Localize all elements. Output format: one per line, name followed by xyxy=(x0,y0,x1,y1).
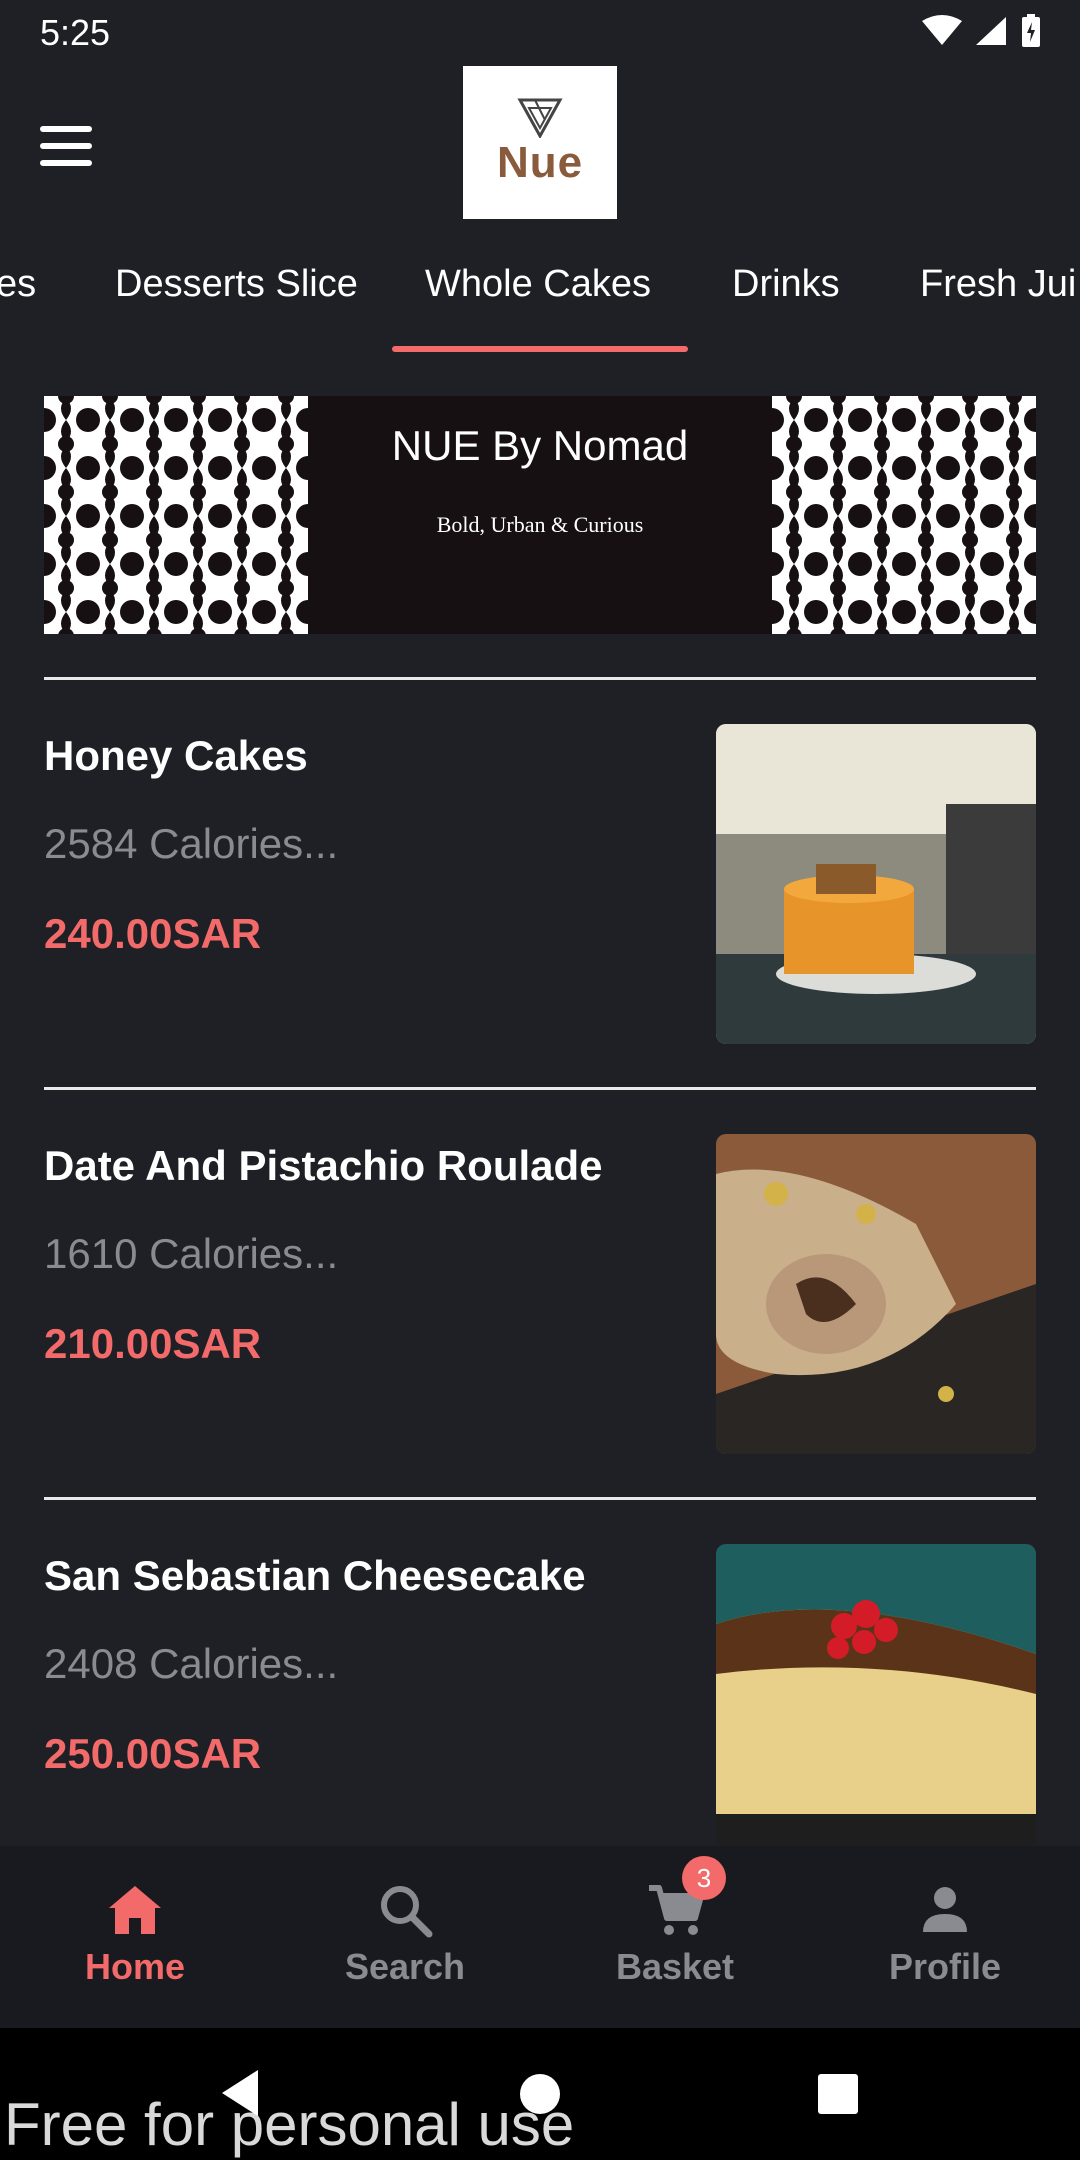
menu-list[interactable]: NUE By Nomad Bold, Urban & Curious Honey… xyxy=(0,352,1080,1846)
menu-icon[interactable] xyxy=(40,126,92,166)
basket-badge: 3 xyxy=(682,1856,726,1900)
menu-item-date-pistachio-roulade[interactable]: Date And Pistachio Roulade 1610 Calories… xyxy=(0,1134,1080,1454)
status-icons xyxy=(922,14,1042,48)
item-calories: 2408 Calories... xyxy=(44,1640,339,1687)
wifi-icon xyxy=(922,15,962,45)
item-name: San Sebastian Cheesecake xyxy=(44,1552,586,1599)
home-icon xyxy=(109,1886,161,1934)
signal-icon xyxy=(976,17,1006,45)
tab-desserts-slice[interactable]: Desserts Slice xyxy=(115,248,358,352)
tab-partial-left[interactable]: es xyxy=(0,248,36,352)
watermark: Free for personal use xyxy=(4,2091,575,2158)
cheesecake-image xyxy=(716,1544,1036,1846)
nav-profile-label: Profile xyxy=(888,1946,1002,1987)
item-name: Honey Cakes xyxy=(44,732,308,779)
item-calories: 1610 Calories... xyxy=(44,1230,339,1277)
bottom-nav: Home Search 3 Basket Profile xyxy=(0,1846,1080,2028)
nav-profile[interactable]: Profile xyxy=(810,1846,1080,2028)
status-bar: 5:25 xyxy=(0,0,1080,66)
nav-home-label: Home xyxy=(84,1946,186,1987)
item-price: 210.00SAR xyxy=(44,1320,262,1367)
category-tabs: es Desserts Slice Whole Cakes Drinks Fre… xyxy=(0,248,1080,352)
nav-basket[interactable]: 3 Basket xyxy=(540,1846,810,2028)
divider xyxy=(44,1497,1036,1500)
tab-whole-cakes[interactable]: Whole Cakes xyxy=(425,248,651,352)
battery-icon xyxy=(1022,14,1040,47)
profile-icon xyxy=(923,1887,967,1932)
status-time: 5:25 xyxy=(40,12,111,53)
banner-title: NUE By Nomad xyxy=(391,422,689,469)
item-price: 240.00SAR xyxy=(44,910,262,957)
logo: Nue xyxy=(463,66,617,219)
item-calories: 2584 Calories... xyxy=(44,820,339,867)
nav-search[interactable]: Search xyxy=(270,1846,540,2028)
logo-text: Nue xyxy=(496,138,584,187)
logo-mark-icon xyxy=(517,98,563,138)
tab-fresh-juice[interactable]: Fresh Jui xyxy=(920,248,1076,352)
nav-search-label: Search xyxy=(344,1946,466,1987)
search-icon xyxy=(381,1886,433,1938)
honey-cake-image xyxy=(716,724,1036,1044)
divider xyxy=(44,677,1036,680)
nav-basket-label: Basket xyxy=(615,1946,735,1987)
item-price: 250.00SAR xyxy=(44,1730,262,1777)
promo-banner: NUE By Nomad Bold, Urban & Curious xyxy=(44,396,1036,634)
item-name: Date And Pistachio Roulade xyxy=(44,1142,603,1189)
roulade-image xyxy=(716,1134,1036,1454)
tab-drinks[interactable]: Drinks xyxy=(732,248,840,352)
banner-subtitle: Bold, Urban & Curious xyxy=(436,512,644,537)
menu-item-san-sebastian-cheesecake[interactable]: San Sebastian Cheesecake 2408 Calories..… xyxy=(0,1544,1080,1846)
menu-item-honey-cakes[interactable]: Honey Cakes 2584 Calories... 240.00SAR xyxy=(0,724,1080,1044)
recents-icon[interactable] xyxy=(816,2072,860,2116)
app-bar: Nue xyxy=(0,66,1080,258)
nav-home[interactable]: Home xyxy=(0,1846,270,2028)
divider xyxy=(44,1087,1036,1090)
